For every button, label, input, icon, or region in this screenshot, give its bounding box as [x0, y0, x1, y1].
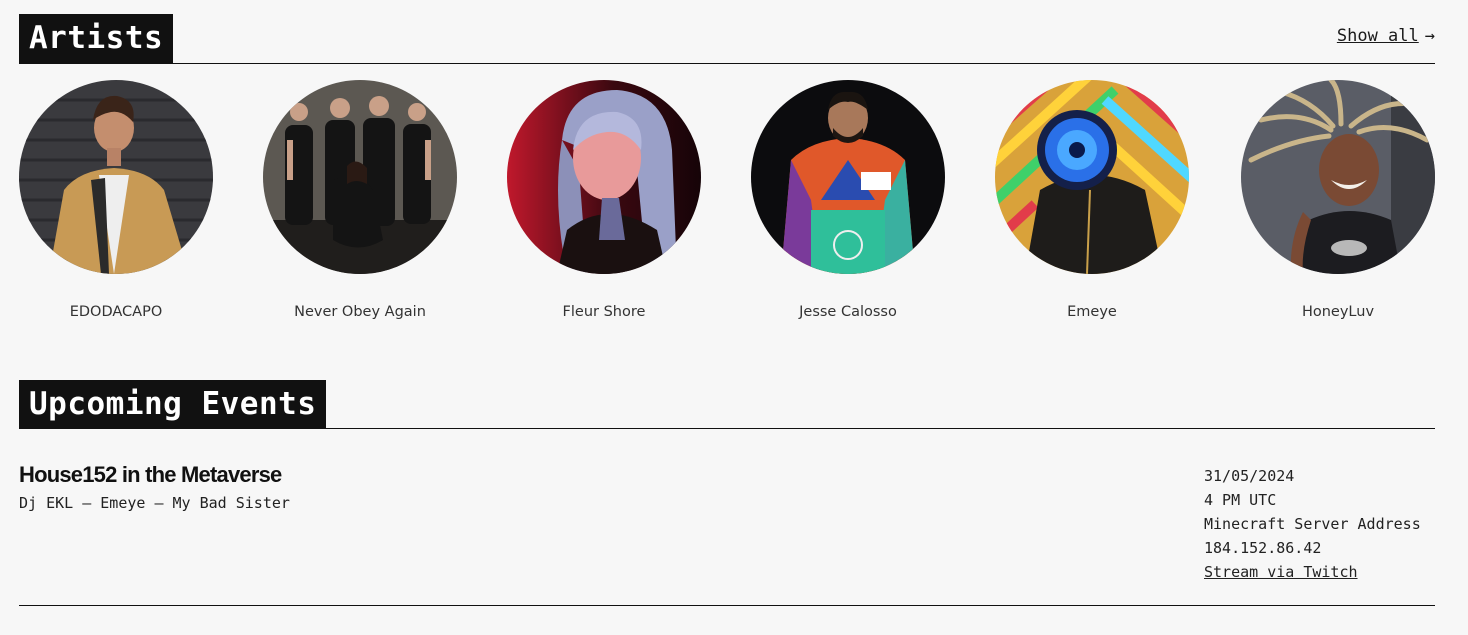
event-time: 4 PM UTC — [1204, 491, 1277, 509]
arrow-right-icon: → — [1424, 26, 1435, 46]
event-details: 31/05/2024 4 PM UTC Minecraft Server Add… — [1204, 464, 1444, 584]
event-lineup: Dj EKL – Emeye – My Bad Sister — [19, 494, 290, 512]
events-title: Upcoming Events — [19, 380, 327, 428]
artist-photo[interactable] — [995, 80, 1189, 274]
events-section-header: Upcoming Events — [19, 380, 1435, 429]
artist-name[interactable]: Fleur Shore — [477, 304, 731, 320]
event-server-address: 184.152.86.42 — [1204, 539, 1322, 557]
artist-photo[interactable] — [19, 80, 213, 274]
show-all-link[interactable]: Show all → — [1337, 26, 1435, 46]
artist-card-never-obey-again[interactable]: Never Obey Again — [263, 80, 457, 320]
artist-card-jesse-calosso[interactable]: Jesse Calosso — [751, 80, 945, 320]
artist-name[interactable]: Jesse Calosso — [721, 304, 975, 320]
event-title: House152 in the Metaverse — [19, 462, 282, 487]
artists-title: Artists — [19, 14, 174, 63]
artist-photo[interactable] — [1241, 80, 1435, 274]
event-row: House152 in the Metaverse Dj EKL – Emeye… — [19, 460, 1435, 606]
artist-name[interactable]: EDODACAPO — [0, 304, 243, 320]
show-all-label: Show all — [1336, 26, 1419, 46]
artist-photo[interactable] — [507, 80, 701, 274]
artist-photo[interactable] — [263, 80, 457, 274]
artist-name[interactable]: HoneyLuv — [1211, 304, 1465, 320]
event-location-label: Minecraft Server Address — [1204, 515, 1421, 533]
artist-card-fleur-shore[interactable]: Fleur Shore — [507, 80, 701, 320]
artists-list: EDODACAPO Never Obey Again Fleur Shore J… — [19, 80, 1435, 330]
artists-section-header: Artists Show all → — [19, 14, 1435, 64]
artist-name[interactable]: Emeye — [965, 304, 1219, 320]
stream-link[interactable]: Stream via Twitch — [1204, 560, 1444, 584]
event-date: 31/05/2024 — [1204, 467, 1295, 485]
artist-photo[interactable] — [751, 80, 945, 274]
artist-card-honeyluv[interactable]: HoneyLuv — [1241, 80, 1435, 320]
artist-name[interactable]: Never Obey Again — [233, 304, 487, 320]
artist-card-edodacapo[interactable]: EDODACAPO — [19, 80, 213, 320]
artist-card-emeye[interactable]: Emeye — [995, 80, 1189, 320]
